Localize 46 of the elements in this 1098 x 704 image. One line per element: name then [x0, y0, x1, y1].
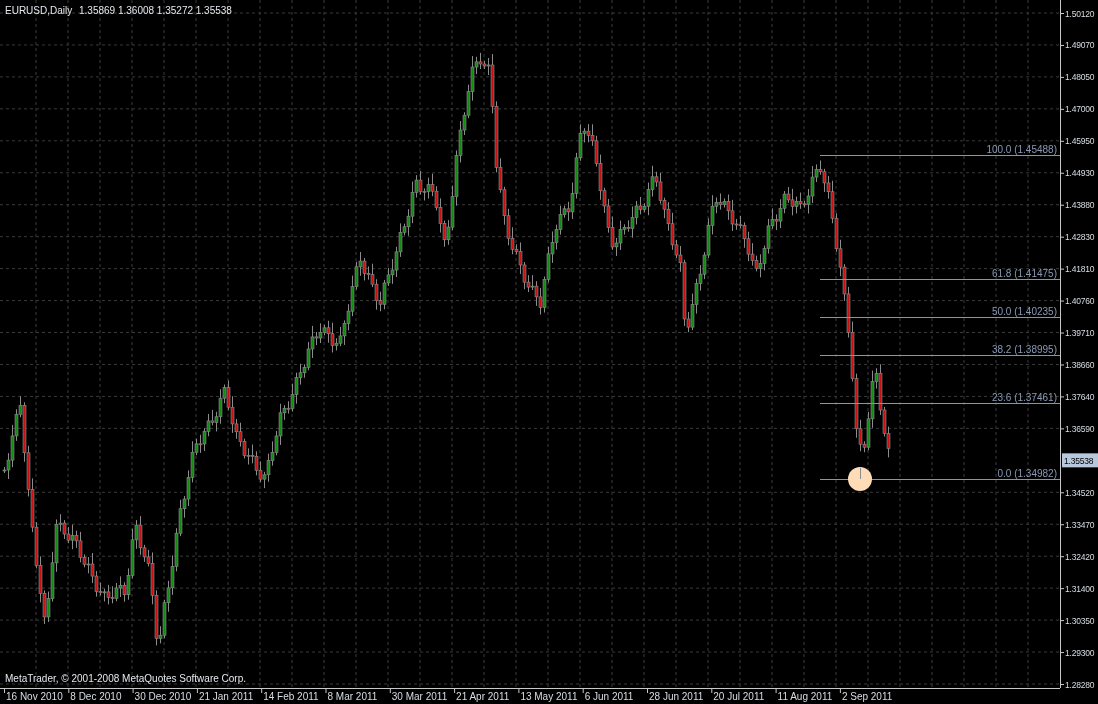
price-axis-label: 1.43880	[1065, 200, 1095, 211]
price-axis-label: 1.45950	[1065, 136, 1095, 147]
price-axis-label: 1.47000	[1065, 104, 1095, 115]
time-axis-label: 28 Jun 2011	[649, 691, 704, 702]
current-price-tag: 1.35538	[1062, 453, 1098, 468]
time-axis-label: 16 Nov 2010	[6, 691, 63, 702]
price-axis-label: 1.28280	[1065, 679, 1095, 690]
price-axis-label: 1.40760	[1065, 296, 1095, 307]
time-axis-label: 21 Apr 2011	[456, 691, 510, 702]
fibonacci-level-label: 0.0 (1.34982)	[997, 468, 1057, 479]
price-axis-label: 1.49070	[1065, 40, 1095, 51]
ohlc-values: 1.35869 1.36008 1.35272 1.35538	[79, 5, 232, 16]
fibonacci-level-label: 61.8 (1.41475)	[991, 267, 1057, 279]
price-axis-label: 1.31400	[1065, 583, 1095, 594]
price-axis-label: 1.29300	[1065, 647, 1095, 658]
copyright-text: MetaTrader, © 2001-2008 MetaQuotes Software Corp.	[5, 673, 246, 684]
time-axis-label: 11 Aug 2011	[777, 691, 833, 702]
time-axis-label: 14 Feb 2011	[263, 691, 319, 702]
time-axis-label: 21 Jan 2011	[198, 691, 254, 702]
time-axis-label: 20 Jul 2011	[713, 691, 765, 702]
price-axis-label: 1.48050	[1065, 72, 1095, 83]
price-axis-label: 1.37640	[1065, 391, 1095, 402]
time-axis-label: 30 Mar 2011	[391, 691, 448, 702]
price-axis-label: 1.36590	[1065, 423, 1095, 434]
time-axis-label: 8 Dec 2010	[70, 691, 122, 702]
price-axis-label: 1.33470	[1065, 519, 1095, 530]
time-axis-label: 13 May 2011	[520, 691, 578, 702]
fibonacci-level-label: 23.6 (1.37461)	[991, 391, 1057, 403]
price-axis-label: 1.42830	[1065, 232, 1095, 243]
time-axis-label: 8 Mar 2011	[327, 691, 378, 702]
price-axis-label: 1.41810	[1065, 264, 1095, 275]
price-axis-label: 1.44930	[1065, 168, 1095, 179]
fibonacci-level-label: 100.0 (1.45488)	[986, 144, 1057, 155]
time-axis-label: 30 Dec 2010	[134, 691, 192, 702]
highlight-marker	[848, 467, 872, 491]
price-axis-label: 1.30350	[1065, 615, 1095, 626]
price-axis-label: 1.32420	[1065, 551, 1095, 562]
price-axis-label: 1.38660	[1065, 360, 1095, 370]
price-axis-label: 1.34520	[1065, 487, 1095, 498]
symbol-label: EURUSD,Daily	[5, 5, 73, 16]
time-axis-label: 2 Sep 2011	[841, 691, 893, 702]
fibonacci-level-label: 38.2 (1.38995)	[991, 344, 1057, 356]
time-axis-label: 6 Jun 2011	[584, 691, 634, 702]
price-axis-label: 1.50120	[1065, 8, 1095, 19]
price-axis-label: 1.39710	[1065, 328, 1095, 338]
fibonacci-level-label: 50.0 (1.40235)	[991, 306, 1057, 317]
